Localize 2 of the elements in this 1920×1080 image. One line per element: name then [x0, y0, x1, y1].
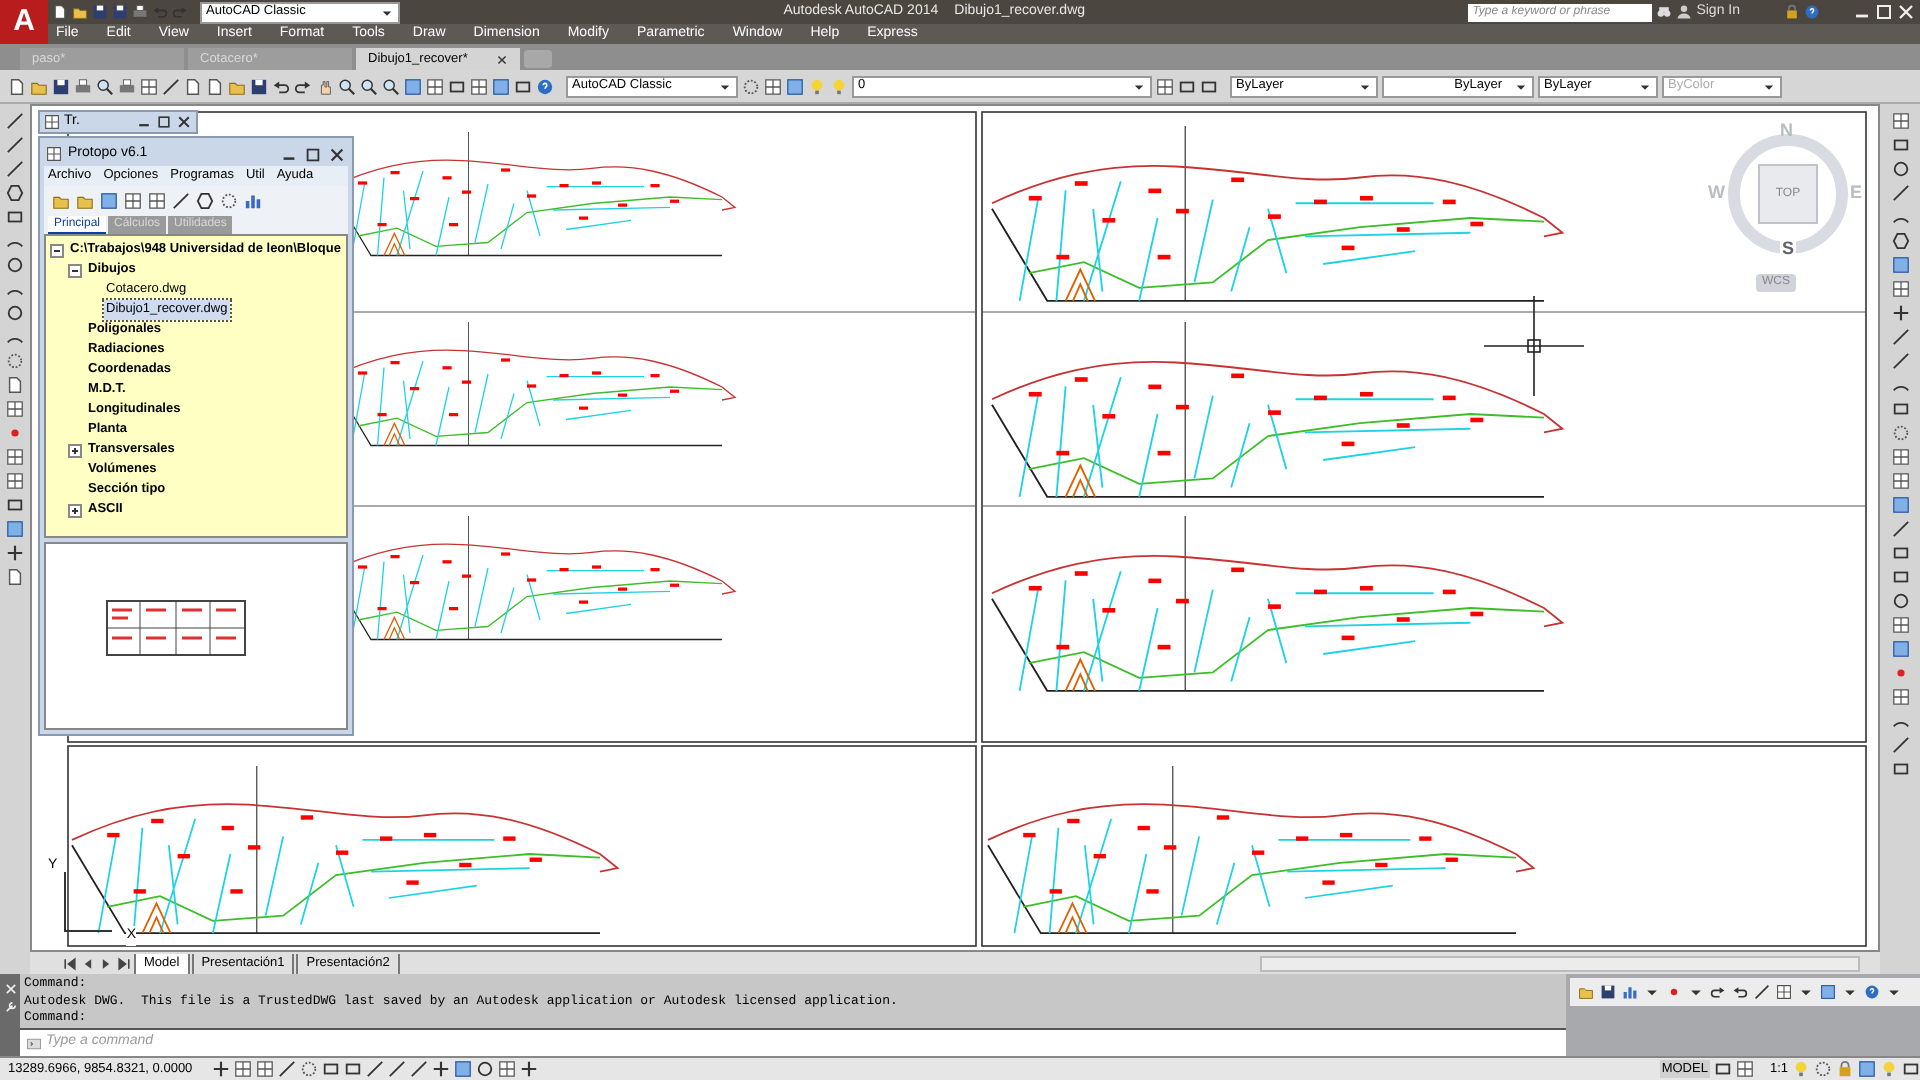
application-menu-button[interactable]: A: [0, 0, 48, 44]
compass-letter[interactable]: S: [1780, 238, 1797, 258]
